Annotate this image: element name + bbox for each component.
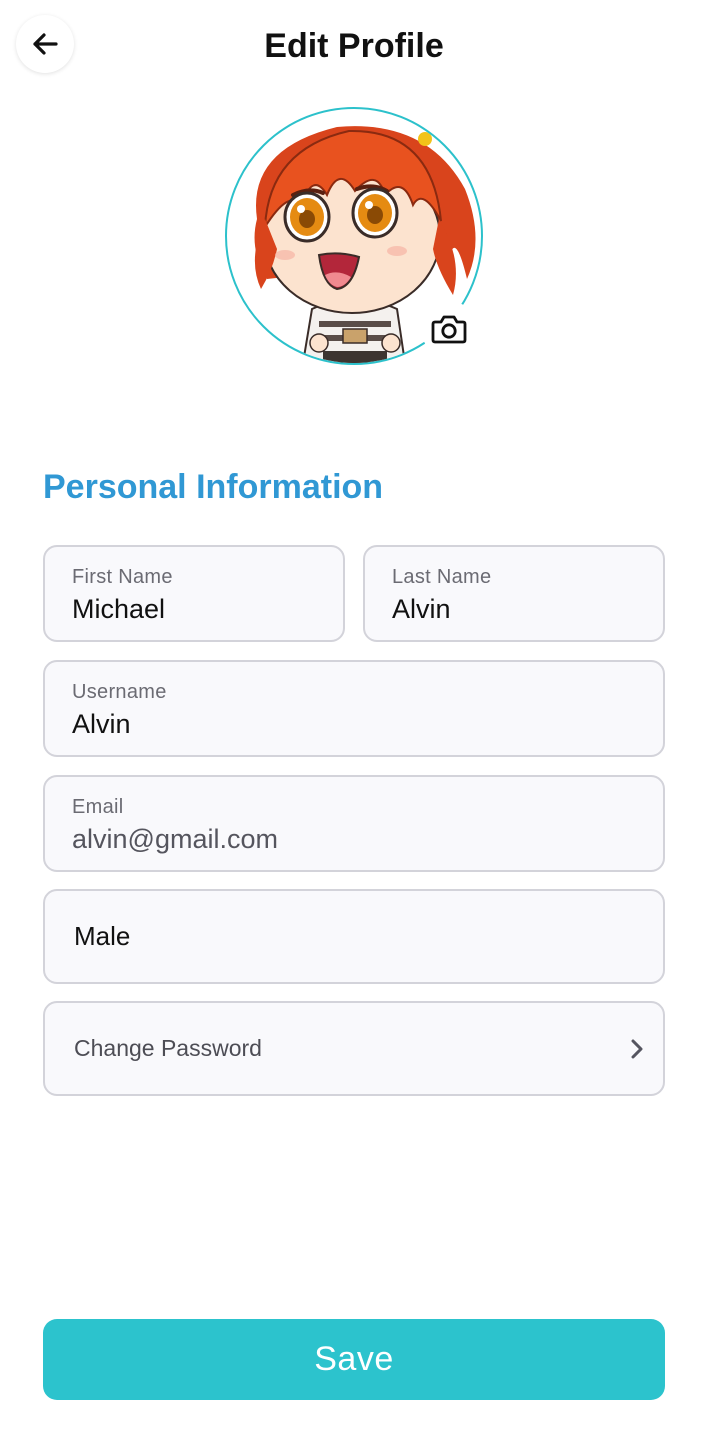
section-title: Personal Information (43, 468, 384, 506)
last-name-label: Last Name (392, 566, 492, 588)
first-name-field[interactable]: First Name Michael (43, 545, 345, 642)
email-value[interactable]: alvin@gmail.com (72, 823, 278, 855)
username-value[interactable]: Alvin (72, 708, 131, 740)
username-label: Username (72, 681, 167, 703)
chevron-right-icon (627, 1003, 647, 1094)
change-password-label: Change Password (74, 1035, 262, 1061)
save-button[interactable]: Save (43, 1319, 665, 1400)
first-name-label: First Name (72, 566, 173, 588)
change-photo-button[interactable] (421, 301, 477, 357)
camera-icon (431, 315, 467, 344)
username-field[interactable]: Username Alvin (43, 660, 665, 757)
page-title: Edit Profile (264, 27, 444, 65)
last-name-field[interactable]: Last Name Alvin (363, 545, 665, 642)
gender-select[interactable]: Male (43, 889, 665, 984)
gender-value: Male (74, 921, 131, 951)
edit-profile-screen: Edit Profile Personal Information First … (0, 0, 708, 1440)
change-password-button[interactable]: Change Password (43, 1001, 665, 1096)
email-label: Email (72, 796, 124, 818)
avatar-container (225, 107, 483, 365)
first-name-value[interactable]: Michael (72, 593, 165, 625)
email-field[interactable]: Email alvin@gmail.com (43, 775, 665, 872)
last-name-value[interactable]: Alvin (392, 593, 451, 625)
